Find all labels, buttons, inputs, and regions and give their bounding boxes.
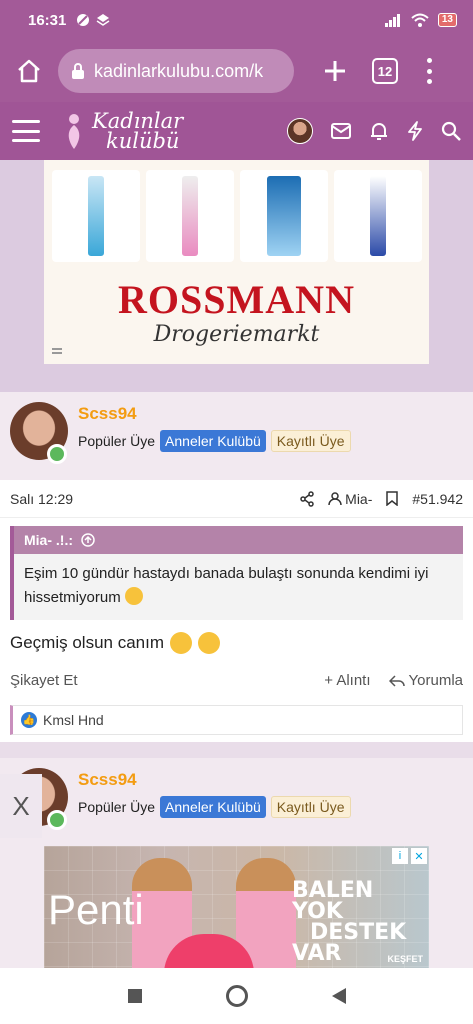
product-image bbox=[334, 170, 422, 262]
penti-ad[interactable]: Penti BALEN YOK DESTEK VAR KEŞFET i ✕ bbox=[44, 846, 429, 968]
arrow-up-circle-icon[interactable] bbox=[81, 533, 95, 547]
share-icon[interactable] bbox=[300, 490, 314, 507]
badge-kayitli-uye: Kayıtlı Üye bbox=[270, 430, 351, 452]
signal-icon bbox=[384, 14, 400, 27]
site-header: Kadınlar kulübü bbox=[0, 102, 473, 160]
ad-brand-name: ROSSMANN bbox=[118, 277, 355, 322]
home-nav-button[interactable] bbox=[225, 985, 248, 1007]
quote-author[interactable]: Mia- .!.: bbox=[24, 532, 73, 548]
layers-icon bbox=[96, 14, 110, 26]
quoted-user-name: Mia- bbox=[345, 490, 373, 507]
logo-line2: kulübü bbox=[106, 129, 180, 153]
back-button[interactable] bbox=[331, 988, 346, 1004]
reply-button[interactable]: Yorumla bbox=[388, 672, 463, 689]
site-logo[interactable]: Kadınlar kulübü bbox=[62, 109, 184, 153]
report-link[interactable]: Şikayet Et bbox=[10, 672, 78, 689]
browser-menu-button[interactable] bbox=[424, 58, 434, 84]
close-ad-button[interactable]: X bbox=[0, 774, 42, 838]
new-tab-button[interactable] bbox=[320, 56, 350, 86]
clock: 16:31 bbox=[28, 11, 67, 29]
liked-by-name[interactable]: Kmsl Hnd bbox=[43, 712, 104, 728]
reactions-bar[interactable]: 👍 Kmsl Hnd bbox=[10, 705, 463, 735]
post-author-bar: Scss94 Popüler Üye Anneler Kulübü Kayıtl… bbox=[0, 392, 473, 480]
quoted-user-link[interactable]: Mia- bbox=[328, 491, 372, 507]
author-username[interactable]: Scss94 bbox=[78, 404, 137, 424]
search-icon[interactable] bbox=[441, 121, 461, 141]
ad-marker-icon bbox=[52, 348, 62, 354]
lock-icon bbox=[72, 63, 84, 79]
reply-label: Yorumla bbox=[408, 672, 463, 689]
thumbs-up-icon: 👍 bbox=[21, 712, 37, 728]
online-status-icon bbox=[47, 810, 67, 830]
ad-info-icon[interactable]: i bbox=[392, 848, 408, 864]
badge-anneler-kulubu: Anneler Kulübü bbox=[160, 796, 266, 818]
recents-button[interactable] bbox=[127, 989, 142, 1003]
ad-close-icon[interactable]: ✕ bbox=[411, 848, 427, 864]
bell-icon[interactable] bbox=[369, 121, 389, 141]
product-image bbox=[240, 170, 328, 262]
ad-banner-top: ROSSMANN Drogeriemarkt bbox=[0, 160, 473, 392]
logo-emblem-icon bbox=[68, 114, 80, 149]
forum-post: Scss94 Popüler Üye Anneler Kulübü Kayıtl… bbox=[0, 392, 473, 742]
sad-face-icon bbox=[124, 587, 143, 605]
system-nav-bar bbox=[0, 968, 473, 1024]
mail-icon[interactable] bbox=[331, 123, 351, 139]
author-username[interactable]: Scss94 bbox=[78, 770, 137, 790]
post-date[interactable]: Salı 12:29 bbox=[10, 491, 73, 507]
user-icon bbox=[328, 491, 342, 505]
battery-icon: 13 bbox=[437, 13, 457, 27]
product-image bbox=[146, 170, 234, 262]
address-bar[interactable]: kadinlarkulubu.com/k bbox=[58, 49, 294, 93]
ad-cta[interactable]: KEŞFET bbox=[387, 954, 423, 964]
wifi-icon bbox=[411, 13, 429, 27]
logo-line1: Kadınlar bbox=[92, 109, 184, 133]
post-message: Geçmiş olsun canım bbox=[10, 633, 164, 652]
lightning-icon[interactable] bbox=[407, 121, 423, 141]
browser-toolbar: kadinlarkulubu.com/k 12 bbox=[0, 40, 473, 102]
bookmark-icon[interactable] bbox=[386, 491, 399, 506]
post-number[interactable]: #51.942 bbox=[412, 491, 463, 507]
home-button[interactable] bbox=[12, 54, 46, 88]
ad-headline-line2: DESTEK bbox=[310, 920, 407, 945]
notification-icon bbox=[77, 14, 90, 26]
user-rank: Popüler Üye bbox=[78, 799, 156, 815]
plus-icon bbox=[325, 61, 345, 81]
pleading-face-icon bbox=[198, 632, 220, 654]
quote-block: Mia- .!.: Eşim 10 gündür hastaydı banada… bbox=[10, 526, 463, 620]
menu-icon[interactable] bbox=[12, 120, 40, 142]
quote-text: Eşim 10 gündür hastaydı banada bulaştı s… bbox=[24, 565, 429, 606]
status-bar: 16:31 13 bbox=[0, 0, 473, 40]
url-text: kadinlarkulubu.com/k bbox=[94, 60, 264, 81]
ad-brand-subtitle: Drogeriemarkt bbox=[153, 322, 320, 347]
online-status-icon bbox=[47, 444, 67, 464]
post-meta: Salı 12:29 Mia- #51.942 bbox=[0, 480, 473, 518]
quote-button[interactable]: + Alıntı bbox=[324, 672, 370, 689]
tab-switcher-button[interactable]: 12 bbox=[372, 58, 398, 84]
badge-kayitli-uye: Kayıtlı Üye bbox=[270, 796, 351, 818]
user-avatar[interactable] bbox=[287, 118, 313, 144]
badge-anneler-kulubu: Anneler Kulübü bbox=[160, 430, 266, 452]
user-rank: Popüler Üye bbox=[78, 433, 156, 449]
ad-brand-name: Penti bbox=[48, 886, 144, 933]
home-icon bbox=[18, 59, 40, 83]
product-image bbox=[52, 170, 140, 262]
rossmann-ad[interactable]: ROSSMANN Drogeriemarkt bbox=[44, 160, 429, 364]
post-author-bar: Scss94 Popüler Üye Anneler Kulübü Kayıtl… bbox=[0, 758, 473, 846]
reply-icon bbox=[388, 674, 405, 687]
ad-headline-line1: BALEN YOK bbox=[292, 878, 374, 924]
pleading-face-icon bbox=[170, 632, 192, 654]
